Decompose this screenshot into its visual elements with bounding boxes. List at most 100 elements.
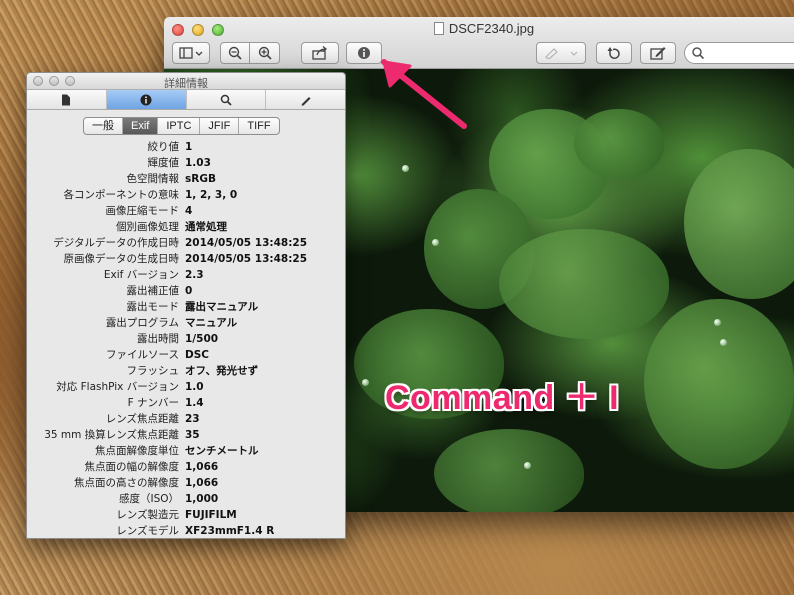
zoom-out-button[interactable] bbox=[220, 42, 250, 64]
leaf-shape bbox=[574, 109, 664, 179]
subtab-general[interactable]: 一般 bbox=[84, 118, 123, 134]
property-row: 原画像データの生成日時 2014/05/05 13:48:25 bbox=[27, 251, 345, 267]
property-row: 対応 FlashPix バージョン 1.0 bbox=[27, 379, 345, 395]
subtab-exif[interactable]: Exif bbox=[123, 118, 159, 134]
property-label: 露出補正値 bbox=[126, 285, 180, 297]
property-value: 35 bbox=[185, 429, 200, 441]
search-icon bbox=[692, 47, 705, 60]
property-value: DSC bbox=[185, 349, 209, 361]
property-label: 色空間情報 bbox=[126, 173, 180, 185]
tab-annotations[interactable] bbox=[266, 90, 345, 109]
property-label: デジタルデータの作成日時 bbox=[53, 237, 179, 249]
property-row: 露出補正値 0 bbox=[27, 283, 345, 299]
zoom-out-icon bbox=[228, 46, 242, 60]
property-value: 1, 2, 3, 0 bbox=[185, 189, 238, 201]
property-value: 1,066 bbox=[185, 461, 219, 473]
rotate-icon bbox=[607, 47, 620, 59]
property-value: XF23mmF1.4 R bbox=[185, 525, 275, 537]
property-row: 個別画像処理 通常処理 bbox=[27, 219, 345, 235]
document-icon bbox=[433, 22, 444, 35]
rotate-button[interactable] bbox=[596, 42, 632, 64]
sidebar-icon bbox=[179, 47, 203, 59]
search-input[interactable] bbox=[684, 42, 794, 64]
property-row: Exif バージョン 2.3 bbox=[27, 267, 345, 283]
property-value: sRGB bbox=[185, 173, 216, 185]
property-label: 焦点面解像度単位 bbox=[95, 445, 179, 457]
property-label: 画像圧縮モード bbox=[105, 205, 180, 217]
property-label: 焦点面の幅の解像度 bbox=[84, 461, 180, 473]
property-row: 焦点面の幅の解像度 1,066 bbox=[27, 459, 345, 475]
leaf-shape bbox=[434, 429, 584, 512]
subtab-jfif[interactable]: JFIF bbox=[200, 118, 240, 134]
property-row: 感度（ISO） 1,000 bbox=[27, 491, 345, 507]
property-value: 露出マニュアル bbox=[185, 301, 259, 313]
edit-icon bbox=[650, 47, 666, 60]
property-value: 1,000 bbox=[185, 493, 219, 505]
property-label: ファイルソース bbox=[106, 349, 179, 361]
search-icon bbox=[220, 94, 232, 106]
property-label: 個別画像処理 bbox=[116, 221, 179, 233]
property-label: 感度（ISO） bbox=[118, 493, 179, 505]
water-drop bbox=[720, 339, 727, 346]
tab-general[interactable] bbox=[27, 90, 107, 109]
leaf-shape bbox=[499, 229, 669, 339]
water-drop bbox=[402, 165, 409, 172]
edit-button[interactable] bbox=[640, 42, 676, 64]
property-label: 絞り値 bbox=[147, 141, 180, 153]
inspector-tabs bbox=[27, 90, 345, 110]
markup-button[interactable] bbox=[536, 42, 586, 64]
water-drop bbox=[714, 319, 721, 326]
property-value: 1,066 bbox=[185, 477, 219, 489]
property-row: 焦点面の高さの解像度 1,066 bbox=[27, 475, 345, 491]
subtab-tiff[interactable]: TIFF bbox=[239, 118, 278, 134]
property-row: レンズ製造元 FUJIFILM bbox=[27, 507, 345, 523]
property-label: 露出時間 bbox=[137, 333, 179, 345]
property-row: F ナンバー 1.4 bbox=[27, 395, 345, 411]
property-label: 輝度値 bbox=[147, 157, 180, 169]
leaf-shape bbox=[684, 149, 794, 299]
property-row: 露出モード 露出マニュアル bbox=[27, 299, 345, 315]
property-label: F ナンバー bbox=[127, 397, 179, 409]
property-value: 23 bbox=[185, 413, 200, 425]
share-icon bbox=[312, 46, 328, 60]
share-button[interactable] bbox=[301, 42, 339, 64]
tab-search[interactable] bbox=[187, 90, 267, 109]
property-value: オフ、発光せず bbox=[185, 365, 259, 377]
property-label: フラッシュ bbox=[126, 365, 180, 377]
document-icon bbox=[62, 94, 71, 105]
property-label: 対応 FlashPix バージョン bbox=[56, 381, 179, 393]
subtab-iptc[interactable]: IPTC bbox=[158, 118, 201, 134]
zoom-in-button[interactable] bbox=[250, 42, 280, 64]
property-label: 露出プログラム bbox=[105, 317, 179, 329]
inspector-window: 詳細情報 一般 Exif IPTC JFIF TIFF 絞り値 1 輝度値 1.03 色… bbox=[26, 72, 346, 539]
property-value: 0 bbox=[185, 285, 193, 297]
property-value: 2.3 bbox=[185, 269, 204, 281]
property-row: 焦点面解像度単位 センチメートル bbox=[27, 443, 345, 459]
property-row: 35 mm 換算レンズ焦点距離 35 bbox=[27, 427, 345, 443]
property-row: ファイルソース DSC bbox=[27, 347, 345, 363]
property-row: 露出時間 1/500 bbox=[27, 331, 345, 347]
sidebar-button[interactable] bbox=[172, 42, 210, 64]
property-value: FUJIFILM bbox=[185, 509, 237, 521]
preview-titlebar: DSCF2340.jpg bbox=[164, 17, 794, 69]
property-row: 輝度値 1.03 bbox=[27, 155, 345, 171]
property-label: 原画像データの生成日時 bbox=[63, 253, 180, 265]
pen-icon bbox=[301, 96, 311, 105]
property-label: 35 mm 換算レンズ焦点距離 bbox=[44, 429, 179, 441]
property-row: 画像圧縮モード 4 bbox=[27, 203, 345, 219]
property-row: 露出プログラム マニュアル bbox=[27, 315, 345, 331]
info-button[interactable] bbox=[346, 42, 382, 64]
tab-info[interactable] bbox=[106, 90, 187, 109]
metadata-subtabs: 一般 Exif IPTC JFIF TIFF bbox=[83, 117, 280, 135]
property-value: 2014/05/05 13:48:25 bbox=[185, 237, 308, 249]
property-row: レンズ焦点距離 23 bbox=[27, 411, 345, 427]
property-label: 露出モード bbox=[126, 301, 180, 313]
property-value: センチメートル bbox=[185, 445, 259, 457]
property-row: 各コンポーネントの意味 1, 2, 3, 0 bbox=[27, 187, 345, 203]
property-label: Exif バージョン bbox=[103, 269, 179, 281]
property-label: レンズ製造元 bbox=[116, 509, 179, 521]
water-drop bbox=[362, 379, 369, 386]
markup-pen-icon bbox=[545, 48, 578, 59]
water-drop bbox=[524, 462, 531, 469]
window-title: DSCF2340.jpg bbox=[448, 21, 535, 36]
